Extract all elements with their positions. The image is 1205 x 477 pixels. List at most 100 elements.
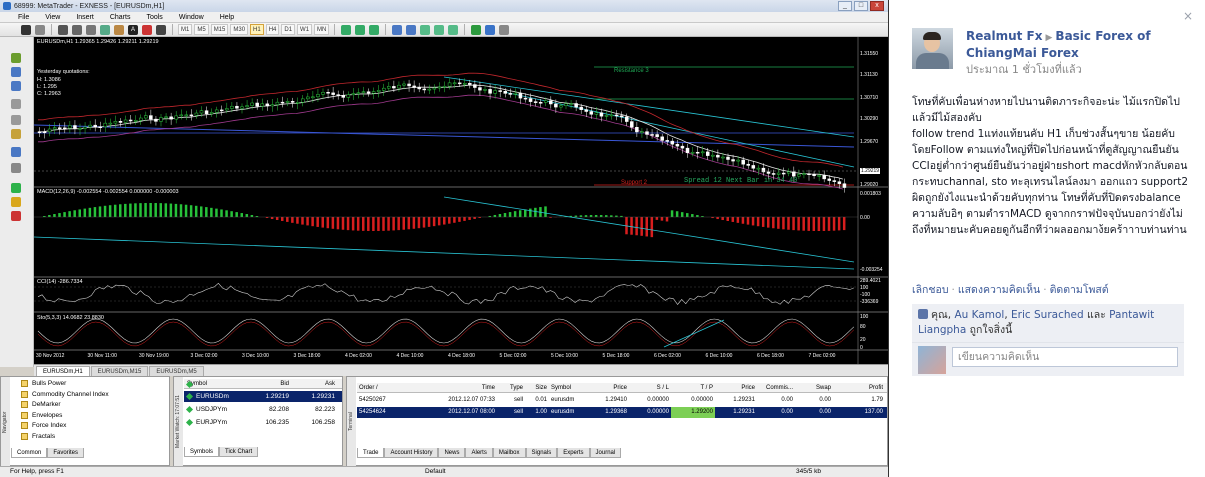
- terminal-column-header[interactable]: Profit: [833, 383, 885, 392]
- candles-icon[interactable]: [355, 24, 366, 35]
- navigator-tab[interactable]: Common: [11, 448, 48, 458]
- data-window-icon[interactable]: [11, 81, 21, 91]
- terminal-column-header[interactable]: Type: [497, 383, 525, 392]
- navigator-item[interactable]: Bulls Power: [21, 379, 66, 388]
- cursor-icon[interactable]: [21, 24, 31, 35]
- author-name-link[interactable]: Realmut Fx: [966, 29, 1043, 43]
- timeframe-button[interactable]: M1: [178, 24, 193, 35]
- terminal-tab[interactable]: Alerts: [465, 448, 493, 458]
- timeframe-button[interactable]: D1: [281, 24, 296, 35]
- zoom-in-icon[interactable]: [392, 24, 403, 35]
- column-header[interactable]: Ask: [292, 379, 338, 388]
- market-watch-row[interactable]: USDJPYm 82.208 82.223: [184, 404, 342, 415]
- price-chart[interactable]: EURUSDm,H1 1.29365 1.29426 1.29211 1.292…: [34, 37, 888, 364]
- terminal-tab[interactable]: Experts: [557, 448, 590, 458]
- close-icon[interactable]: ×: [1182, 10, 1194, 22]
- timeframe-button[interactable]: MN: [314, 24, 330, 35]
- tile-windows-icon[interactable]: [420, 24, 431, 35]
- liker-link[interactable]: Au Kamol: [954, 309, 1004, 321]
- terminal-column-header[interactable]: Price: [587, 383, 629, 392]
- menu-item[interactable]: Window: [179, 14, 204, 21]
- terminal-tab[interactable]: Mailbox: [492, 448, 526, 458]
- tester-icon[interactable]: [11, 129, 21, 139]
- market-watch-tab[interactable]: Tick Chart: [219, 447, 259, 457]
- navigator-item[interactable]: Envelopes: [21, 411, 62, 420]
- info-icon[interactable]: [11, 197, 21, 207]
- navigator-tab[interactable]: Favorites: [47, 448, 85, 458]
- arrows-icon[interactable]: [156, 24, 166, 35]
- market-watch-icon[interactable]: [11, 67, 21, 77]
- terminal-column-header[interactable]: Price: [715, 383, 757, 392]
- column-header[interactable]: Symbol: [184, 379, 246, 388]
- navigator-item[interactable]: DeMarker: [21, 400, 61, 409]
- navigator-item[interactable]: Fractals: [21, 432, 55, 441]
- navigator-icon[interactable]: [11, 99, 21, 109]
- terminal-column-header[interactable]: T / P: [671, 383, 715, 392]
- timeframe-button[interactable]: W1: [297, 24, 313, 35]
- new-order-icon[interactable]: [11, 53, 21, 63]
- chart-shift-icon[interactable]: [448, 24, 459, 35]
- menu-item[interactable]: Charts: [110, 14, 131, 21]
- timeframe-button[interactable]: H4: [265, 24, 280, 35]
- terminal-tab[interactable]: Trade: [357, 448, 385, 458]
- text-icon[interactable]: A: [128, 24, 138, 35]
- post-timestamp[interactable]: ประมาณ 1 ชั่วโมงที่แล้ว: [966, 60, 1082, 78]
- menu-item[interactable]: View: [45, 14, 60, 21]
- trendline-icon[interactable]: [86, 24, 96, 35]
- chart-tab[interactable]: EURUSDm,M15: [90, 366, 149, 376]
- timeframe-button[interactable]: M5: [194, 24, 209, 35]
- terminal-tab[interactable]: Account History: [384, 448, 439, 458]
- indicators-icon[interactable]: [471, 24, 482, 35]
- navigator-item[interactable]: Force Index: [21, 421, 66, 430]
- fibonacci-icon[interactable]: [114, 24, 124, 35]
- vertical-line-icon[interactable]: [58, 24, 68, 35]
- close-button[interactable]: x: [870, 1, 884, 11]
- comment-input[interactable]: เขียนความคิดเห็น: [952, 347, 1178, 367]
- terminal-column-header[interactable]: Swap: [795, 383, 833, 392]
- chart-tab[interactable]: EURUSDm,H1: [36, 366, 90, 376]
- terminal-tab[interactable]: News: [438, 448, 466, 458]
- terminal-column-header[interactable]: Symbol: [549, 383, 587, 392]
- menu-item[interactable]: Help: [220, 14, 234, 21]
- market-watch-row[interactable]: EURUSDm 1.29219 1.29231: [184, 391, 342, 402]
- unlike-link[interactable]: เลิกชอบ: [912, 284, 948, 296]
- menu-item[interactable]: Insert: [76, 14, 94, 21]
- order-row[interactable]: 54254624 2012.12.07 08:00 sell 1.00 eurusdm 1…: [357, 407, 887, 418]
- stop-icon[interactable]: [11, 211, 21, 221]
- options-icon[interactable]: [11, 147, 21, 157]
- periods-icon[interactable]: [485, 24, 496, 35]
- crosshair-icon[interactable]: [35, 24, 45, 35]
- label-icon[interactable]: [142, 24, 152, 35]
- horizontal-line-icon[interactable]: [72, 24, 82, 35]
- market-watch-row[interactable]: EURJPYm 106.235 106.258: [184, 417, 342, 428]
- timeframe-button[interactable]: M15: [210, 24, 229, 35]
- chart-tab[interactable]: EURUSDm,M5: [149, 366, 204, 376]
- maximize-button[interactable]: □: [854, 1, 868, 11]
- comment-link[interactable]: แสดงความคิดเห็น: [958, 284, 1040, 296]
- autoscroll-icon[interactable]: [434, 24, 445, 35]
- menu-item[interactable]: File: [18, 14, 29, 21]
- navigator-item[interactable]: Commodity Channel Index: [21, 390, 109, 399]
- terminal-column-header[interactable]: S / L: [629, 383, 671, 392]
- terminal-tab[interactable]: Journal: [589, 448, 622, 458]
- column-header[interactable]: Bid: [246, 379, 292, 388]
- terminal-icon[interactable]: [11, 115, 21, 125]
- terminal-column-header[interactable]: Order /: [357, 383, 401, 392]
- timeframe-button[interactable]: H1: [250, 24, 264, 35]
- expert-icon[interactable]: [11, 183, 21, 193]
- terminal-tab[interactable]: Signals: [525, 448, 558, 458]
- zoom-out-icon[interactable]: [406, 24, 417, 35]
- author-avatar[interactable]: [912, 28, 953, 69]
- minimize-button[interactable]: _: [838, 1, 852, 11]
- timeframe-button[interactable]: M30: [230, 24, 249, 35]
- terminal-column-header[interactable]: Commis...: [757, 383, 795, 392]
- terminal-column-header[interactable]: Time: [401, 383, 497, 392]
- templates-icon[interactable]: [499, 24, 510, 35]
- terminal-column-header[interactable]: Size: [525, 383, 549, 392]
- line-chart-icon[interactable]: [369, 24, 380, 35]
- channel-icon[interactable]: [100, 24, 110, 35]
- market-watch-tab[interactable]: Symbols: [184, 447, 220, 457]
- order-row[interactable]: 54250267 2012.12.07 07:33 sell 0.01 eurusdm 1…: [357, 395, 887, 406]
- follow-post-link[interactable]: ติดตามโพสต์: [1050, 284, 1109, 296]
- history-icon[interactable]: [11, 163, 21, 173]
